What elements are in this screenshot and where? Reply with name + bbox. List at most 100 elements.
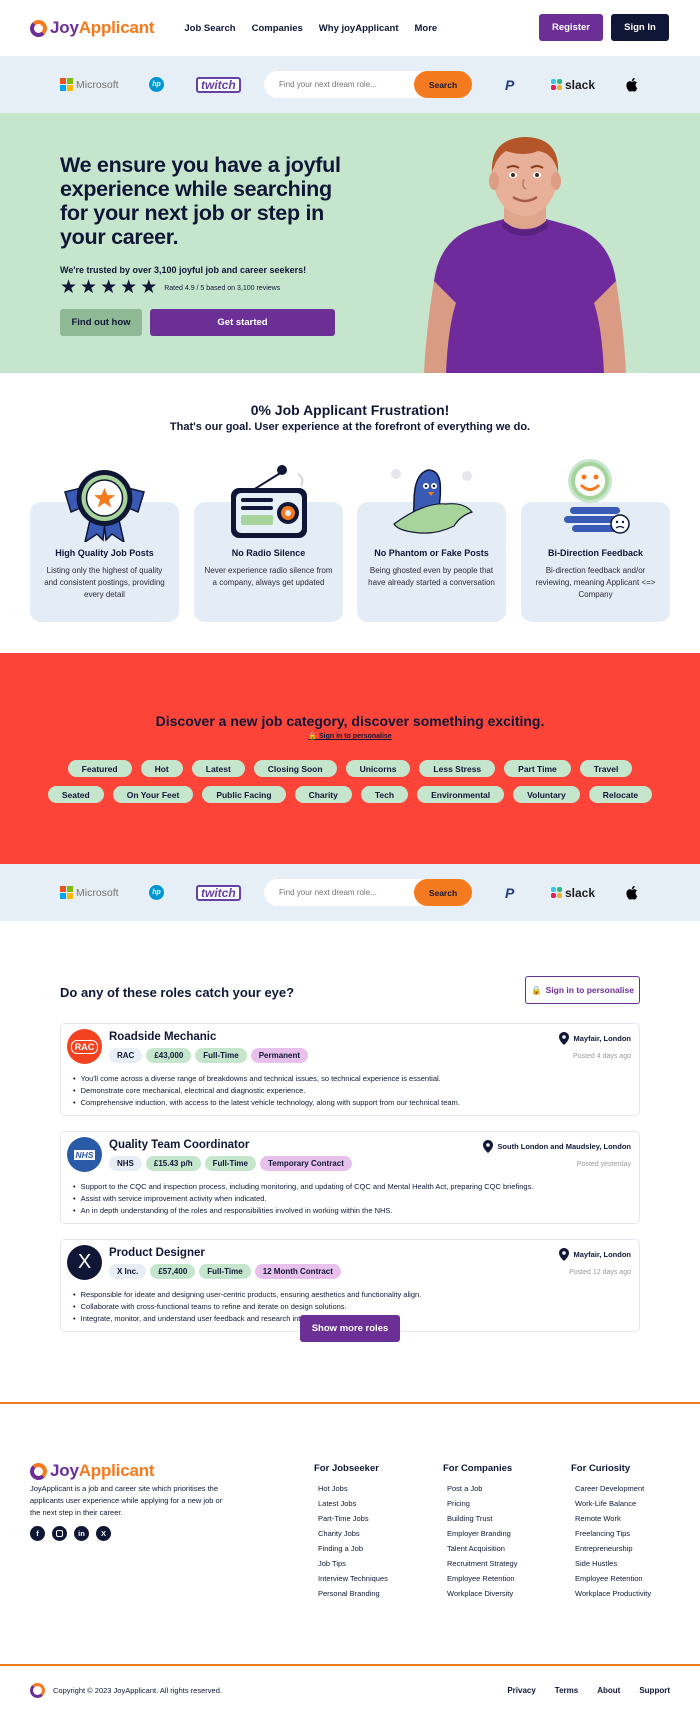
category-chips-row-2: Seated On Your Feet Public Facing Charit…: [0, 786, 700, 803]
categories-sign-in-link[interactable]: 🔒 Sign in to personalise: [0, 732, 700, 740]
search-button[interactable]: Search: [414, 71, 472, 98]
hp-logo-icon: hp: [149, 885, 164, 900]
category-chip[interactable]: Featured: [67, 760, 132, 777]
job-card[interactable]: NHS Quality Team Coordinator NHS £15.43 …: [60, 1131, 640, 1224]
get-started-button[interactable]: Get started: [150, 309, 335, 336]
search-input[interactable]: [264, 888, 404, 897]
footer-link[interactable]: Workplace Diversity: [447, 1589, 513, 1598]
footer-link[interactable]: Hot Jobs: [318, 1484, 348, 1493]
linkedin-icon[interactable]: in: [74, 1526, 89, 1541]
footer-link[interactable]: Latest Jobs: [318, 1499, 356, 1508]
privacy-link[interactable]: Privacy: [507, 1686, 535, 1695]
slack-logo-icon: [551, 79, 562, 90]
sign-in-button[interactable]: Sign In: [611, 14, 669, 41]
brand-slack: slack: [551, 56, 595, 113]
footer-link[interactable]: Talent Acquisition: [447, 1544, 505, 1553]
facebook-icon[interactable]: f: [30, 1526, 45, 1541]
company-logo: RAC: [67, 1029, 102, 1064]
category-chip[interactable]: On Your Feet: [112, 786, 194, 803]
category-chip[interactable]: Unicorns: [345, 760, 411, 777]
feature-card: No Phantom or Fake Posts Being ghosted e…: [357, 469, 506, 622]
contract-tag: Permanent: [250, 1048, 309, 1063]
rating-stars: ★ ★ ★ ★ ★ Rated 4.9 / 5 based on 3,100 r…: [60, 278, 280, 298]
nav-more[interactable]: More: [415, 23, 438, 34]
feature-desc: Being ghosted even by people that have a…: [368, 566, 495, 587]
footer-link[interactable]: Entrepreneurship: [575, 1544, 633, 1553]
salary-tag: £43,000: [146, 1048, 192, 1063]
footer-link[interactable]: Finding a Job: [318, 1544, 363, 1553]
terms-link[interactable]: Terms: [555, 1686, 578, 1695]
logo-ring-icon: [30, 19, 47, 37]
category-chip[interactable]: Less Stress: [419, 760, 496, 777]
roles-sign-in-label: Sign in to personalise: [545, 985, 634, 995]
show-more-roles-button[interactable]: Show more roles: [300, 1315, 400, 1342]
footer-link[interactable]: Pricing: [447, 1499, 470, 1508]
star-icon: ★: [100, 277, 118, 298]
nav-job-search[interactable]: Job Search: [184, 23, 235, 34]
twitch-logo: twitch: [196, 76, 241, 93]
hero-person-image: [424, 137, 626, 373]
job-bullet: Responsible for ideate and designing use…: [73, 1289, 422, 1301]
x-icon[interactable]: X: [96, 1526, 111, 1541]
roles-sign-in-button[interactable]: 🔒 Sign in to personalise: [525, 976, 640, 1004]
brand-apple: [625, 864, 638, 921]
footer-link[interactable]: Employee Retention: [447, 1574, 515, 1583]
footer-link[interactable]: Personal Branding: [318, 1589, 380, 1598]
category-chip[interactable]: Seated: [47, 786, 104, 803]
category-chip[interactable]: Environmental: [417, 786, 505, 803]
footer-link[interactable]: Building Trust: [447, 1514, 492, 1523]
location-pin-icon: [559, 1032, 570, 1045]
job-title[interactable]: Roadside Mechanic: [109, 1031, 216, 1043]
frustration-subtitle: That's our goal. User experience at the …: [169, 421, 531, 433]
footer-link[interactable]: Employee Retention: [575, 1574, 643, 1583]
footer-link[interactable]: Part-Time Jobs: [318, 1514, 369, 1523]
search-bar: Search: [264, 71, 472, 98]
category-chip[interactable]: Travel: [579, 760, 633, 777]
site-logo[interactable]: Joy Applicant: [30, 18, 155, 38]
footer-logo[interactable]: Joy Applicant: [30, 1461, 155, 1481]
feature-desc: Bi-direction feedback and/or reviewing, …: [535, 566, 656, 599]
nav-companies[interactable]: Companies: [252, 23, 303, 34]
nav-why[interactable]: Why joyApplicant: [319, 23, 399, 34]
footer-link[interactable]: Post a Job: [447, 1484, 482, 1493]
register-button[interactable]: Register: [539, 14, 603, 41]
about-link[interactable]: About: [597, 1686, 620, 1695]
job-title[interactable]: Quality Team Coordinator: [109, 1139, 249, 1151]
footer-link[interactable]: Workplace Productivity: [575, 1589, 651, 1598]
brand-slack: slack: [551, 864, 595, 921]
feature-desc: Never experience radio silence from a co…: [204, 566, 333, 587]
footer-link[interactable]: Employer Branding: [447, 1529, 511, 1538]
support-link[interactable]: Support: [639, 1686, 670, 1695]
category-chip[interactable]: Latest: [191, 760, 245, 777]
footer-link[interactable]: Work-Life Balance: [575, 1499, 636, 1508]
category-chip[interactable]: Voluntary: [513, 786, 580, 803]
footer-link[interactable]: Interview Techniques: [318, 1574, 388, 1583]
job-title[interactable]: Product Designer: [109, 1247, 205, 1259]
lock-icon: 🔒: [531, 984, 542, 995]
brand-paypal: P: [505, 864, 514, 921]
footer-link[interactable]: Remote Work: [575, 1514, 621, 1523]
social-links: f in X: [30, 1526, 111, 1541]
footer-link[interactable]: Job Tips: [318, 1559, 346, 1568]
footer-link[interactable]: Freelancing Tips: [575, 1529, 630, 1538]
footer-about: JoyApplicant is a job and career site wh…: [30, 1484, 223, 1517]
ghost-bird-icon: [391, 469, 474, 534]
category-chip[interactable]: Public Facing: [202, 786, 286, 803]
brand-strip-2: Microsoft hp twitch Search P slack: [0, 864, 700, 921]
footer-link[interactable]: Career Development: [575, 1484, 644, 1493]
category-chip[interactable]: Tech: [360, 786, 409, 803]
hero-section: We ensure you have a joyful experience w…: [0, 113, 700, 373]
category-chip[interactable]: Charity: [294, 786, 352, 803]
category-chip[interactable]: Part Time: [504, 760, 571, 777]
footer-link[interactable]: Side Hustles: [575, 1559, 617, 1568]
footer-link[interactable]: Charity Jobs: [318, 1529, 360, 1538]
job-card[interactable]: RAC Roadside Mechanic RAC £43,000 Full-T…: [60, 1023, 640, 1116]
footer-link[interactable]: Recruitment Strategy: [447, 1559, 517, 1568]
instagram-icon[interactable]: [52, 1526, 67, 1541]
category-chip[interactable]: Hot: [140, 760, 183, 777]
category-chip[interactable]: Closing Soon: [253, 760, 337, 777]
search-input[interactable]: [264, 80, 404, 89]
category-chip[interactable]: Relocate: [588, 786, 653, 803]
search-button[interactable]: Search: [414, 879, 472, 906]
find-out-how-button[interactable]: Find out how: [60, 309, 142, 336]
